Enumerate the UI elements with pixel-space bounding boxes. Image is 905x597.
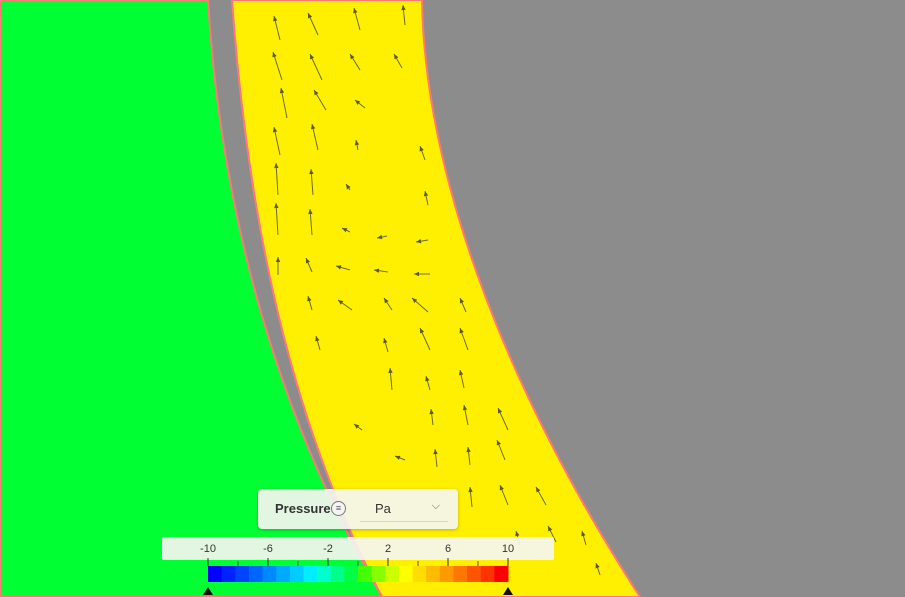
color-bar-tick-label: 6 xyxy=(444,543,452,555)
menu-icon[interactable]: ≡ xyxy=(331,501,346,516)
legend-header: Pressure ≡ Pa ⌵ xyxy=(258,489,458,529)
legend-title: Pressure xyxy=(275,501,331,516)
range-max-handle[interactable] xyxy=(503,587,513,595)
chevron-down-icon: ⌵ xyxy=(431,500,440,512)
color-bar-tick-label: 2 xyxy=(384,543,392,555)
unit-value: Pa xyxy=(375,501,391,516)
color-bar-tick-label: -10 xyxy=(200,543,216,555)
color-scale-panel: -10 -6 -2 2 6 10 xyxy=(162,537,554,560)
color-bar-tick-label: -6 xyxy=(263,543,273,555)
range-min-handle[interactable] xyxy=(203,587,213,595)
unit-dropdown[interactable]: Pa ⌵ xyxy=(360,497,448,522)
color-bar-tick-label: -2 xyxy=(323,543,333,555)
color-bar-tick-label: 10 xyxy=(501,543,515,555)
